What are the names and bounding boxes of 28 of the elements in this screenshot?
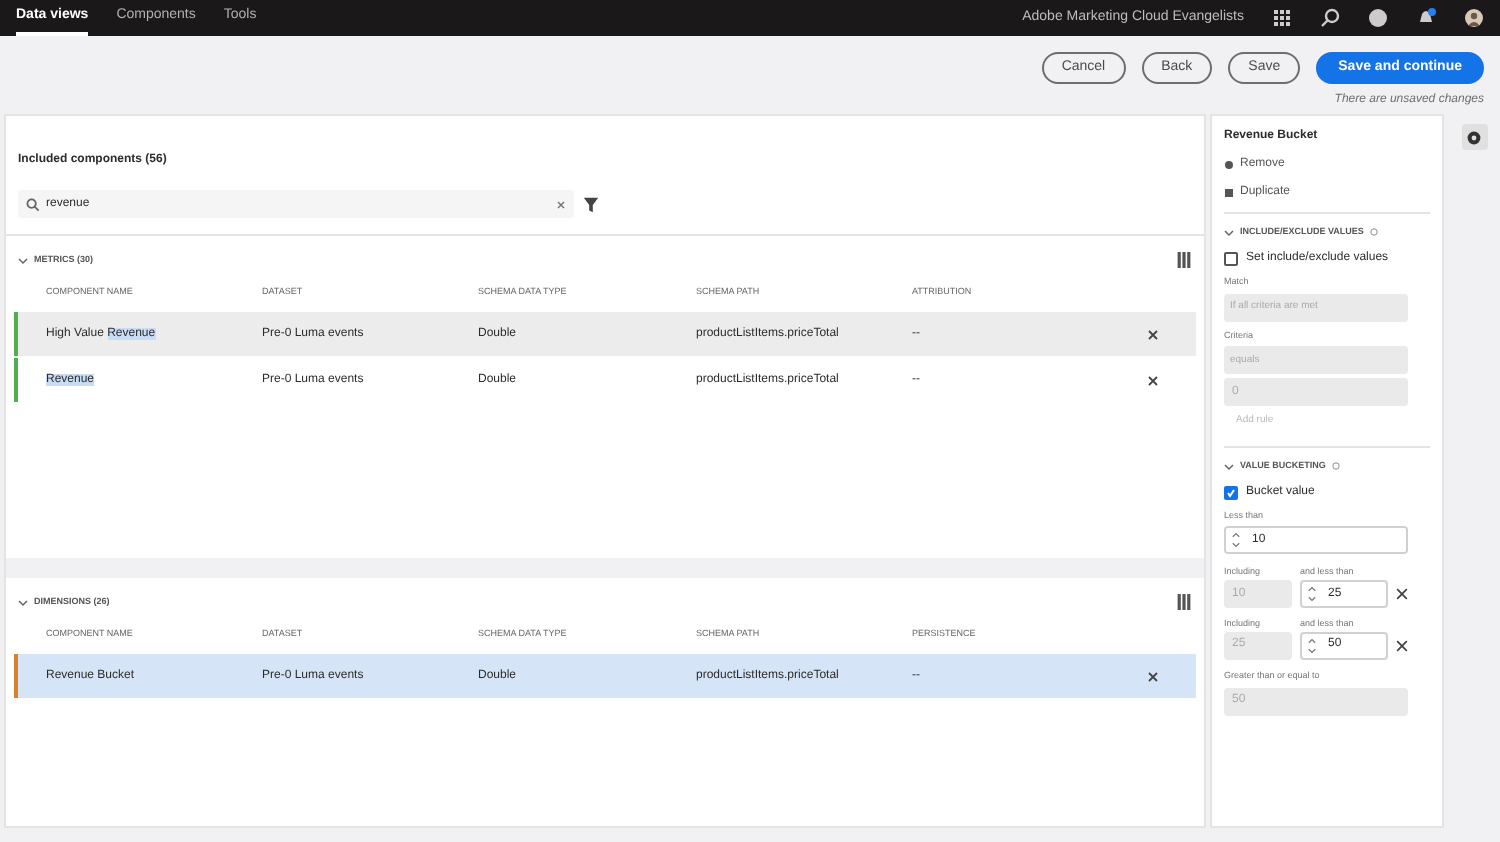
settings-icon[interactable]	[1461, 124, 1487, 150]
search-icon[interactable]	[1320, 8, 1340, 28]
checkbox[interactable]	[1224, 251, 1238, 266]
chevron-icon[interactable]	[1224, 227, 1234, 238]
checkbox[interactable]	[1224, 485, 1238, 499]
stepper-icon[interactable]	[1232, 532, 1240, 549]
circle-icon	[1224, 160, 1234, 170]
info-icon	[1369, 228, 1378, 237]
chevron-icon[interactable]	[18, 597, 28, 607]
remove-icon[interactable]	[1148, 375, 1158, 385]
chevron-icon[interactable]	[18, 255, 28, 265]
bell-icon[interactable]	[1416, 8, 1436, 28]
avatar-icon[interactable]	[1464, 8, 1484, 28]
stepper-icon[interactable]	[1308, 586, 1316, 602]
filter-icon[interactable]	[582, 195, 600, 213]
search-icon	[26, 197, 40, 211]
apps-grid-icon[interactable]	[1272, 8, 1292, 28]
info-icon	[1331, 462, 1340, 471]
remove-icon[interactable]	[1396, 588, 1408, 600]
remove-icon[interactable]	[1396, 639, 1408, 652]
chevron-icon[interactable]	[1224, 461, 1234, 472]
clear-icon[interactable]	[556, 199, 566, 209]
columns-icon[interactable]	[1176, 252, 1192, 268]
columns-icon[interactable]	[1176, 594, 1192, 610]
stepper-icon[interactable]	[1308, 637, 1316, 654]
copy-icon	[1224, 188, 1234, 198]
remove-icon[interactable]	[1148, 329, 1158, 339]
remove-icon[interactable]	[1148, 671, 1158, 681]
